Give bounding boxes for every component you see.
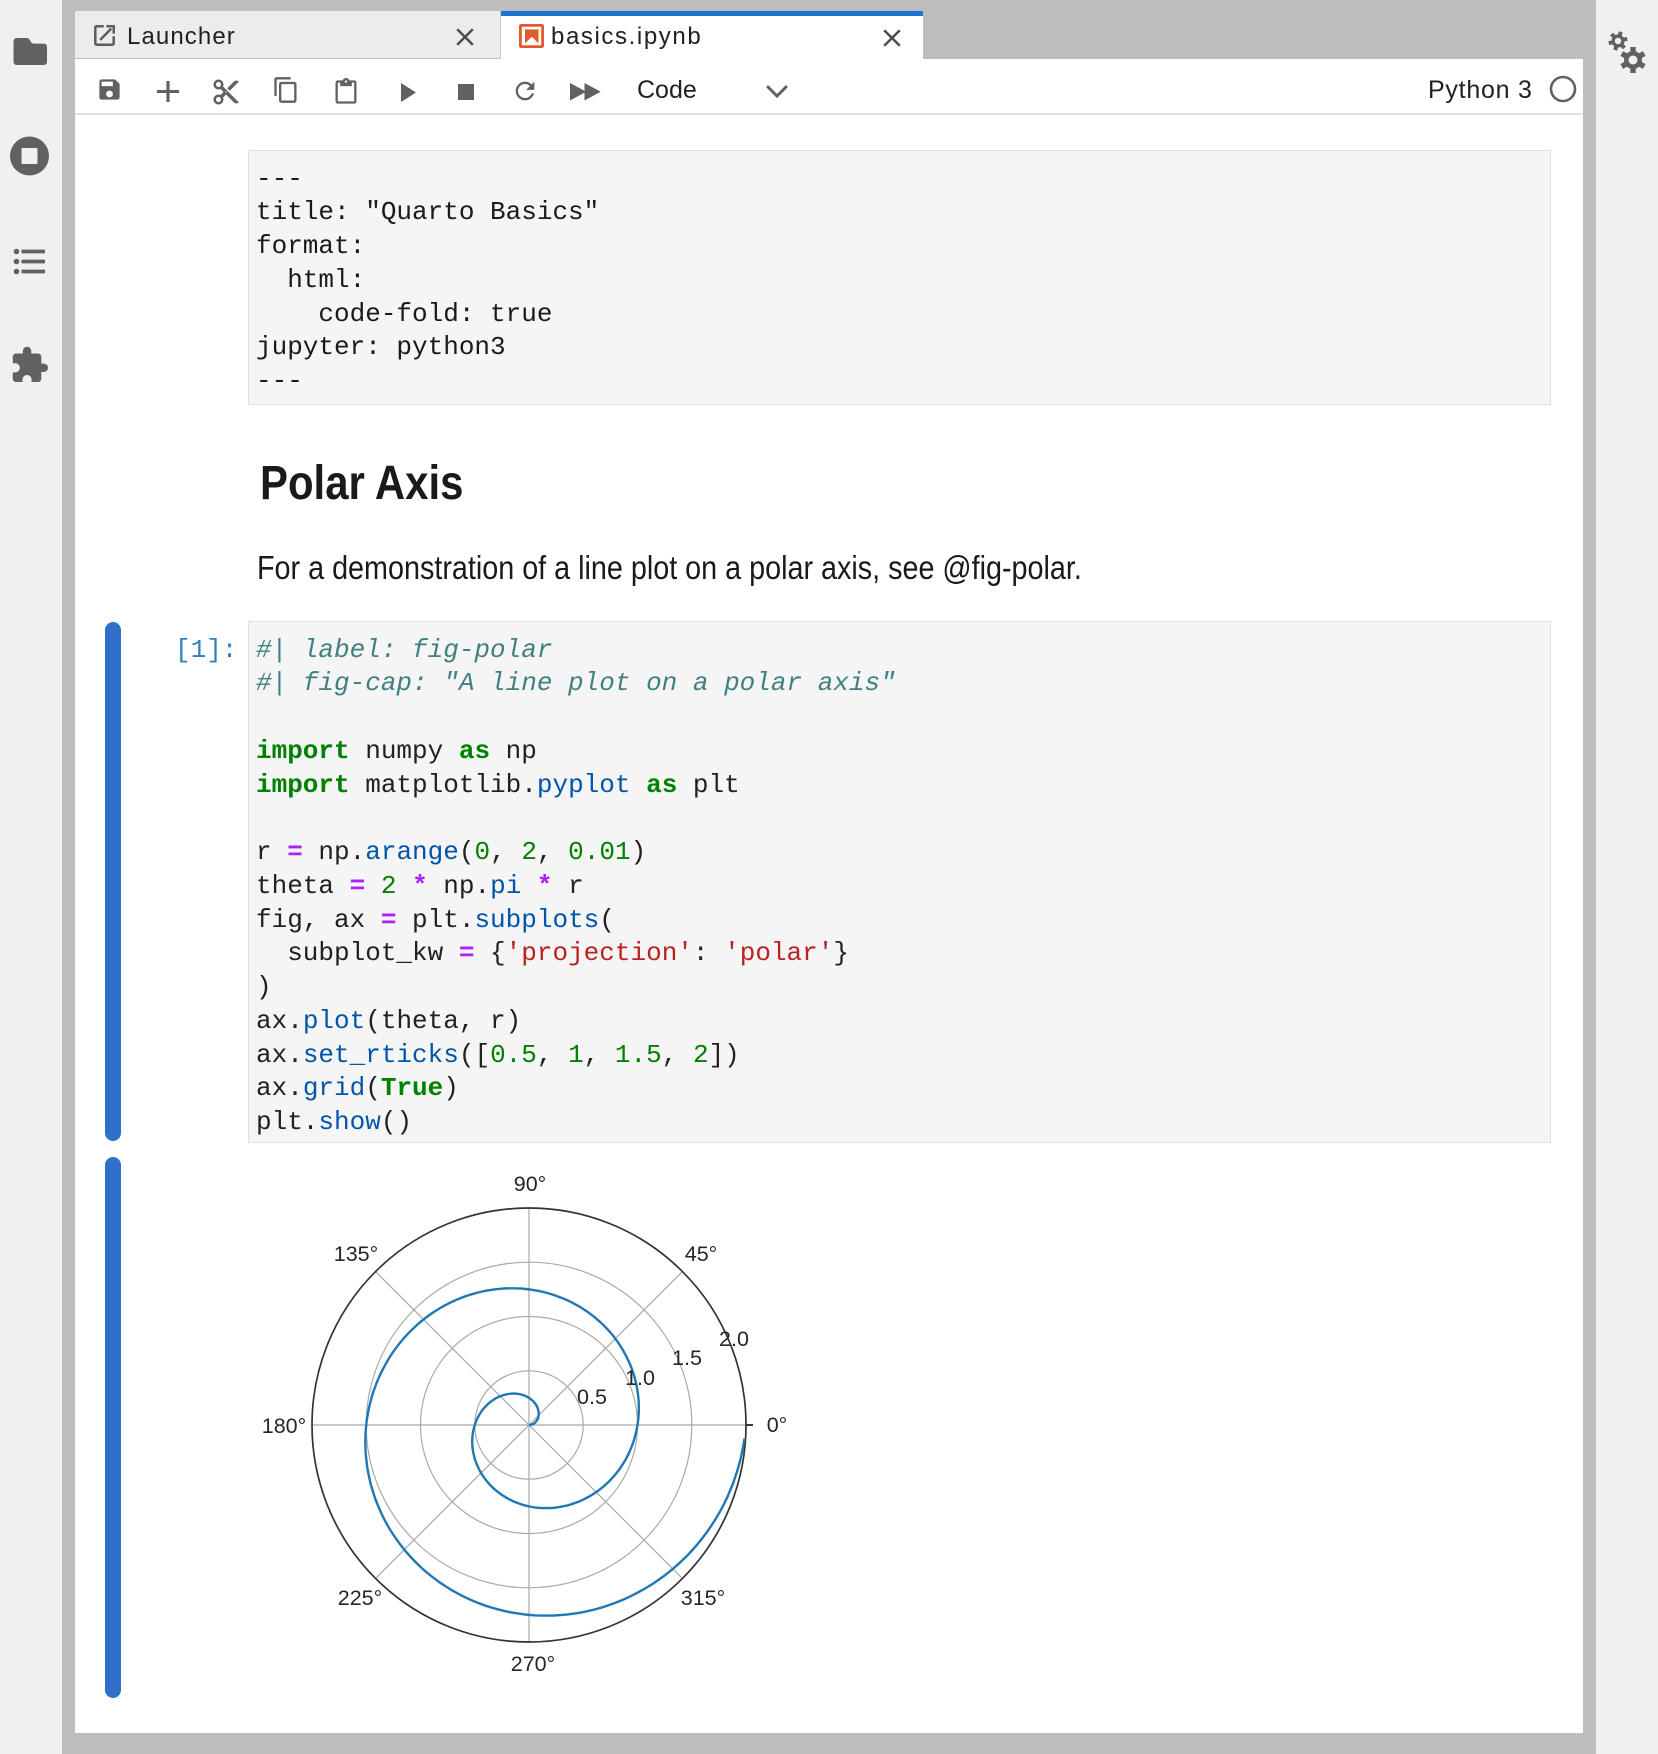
svg-text:45°: 45° <box>685 1242 718 1266</box>
svg-text:1.0: 1.0 <box>625 1366 655 1390</box>
svg-text:225°: 225° <box>338 1586 382 1610</box>
svg-text:0.5: 0.5 <box>577 1385 607 1409</box>
svg-text:135°: 135° <box>334 1242 378 1266</box>
svg-text:315°: 315° <box>681 1586 725 1610</box>
svg-text:90°: 90° <box>514 1172 547 1196</box>
svg-text:180°: 180° <box>262 1414 306 1438</box>
svg-text:2.0: 2.0 <box>719 1327 749 1351</box>
svg-text:0°: 0° <box>767 1413 788 1437</box>
svg-text:1.5: 1.5 <box>672 1346 702 1370</box>
svg-text:270°: 270° <box>511 1652 555 1676</box>
